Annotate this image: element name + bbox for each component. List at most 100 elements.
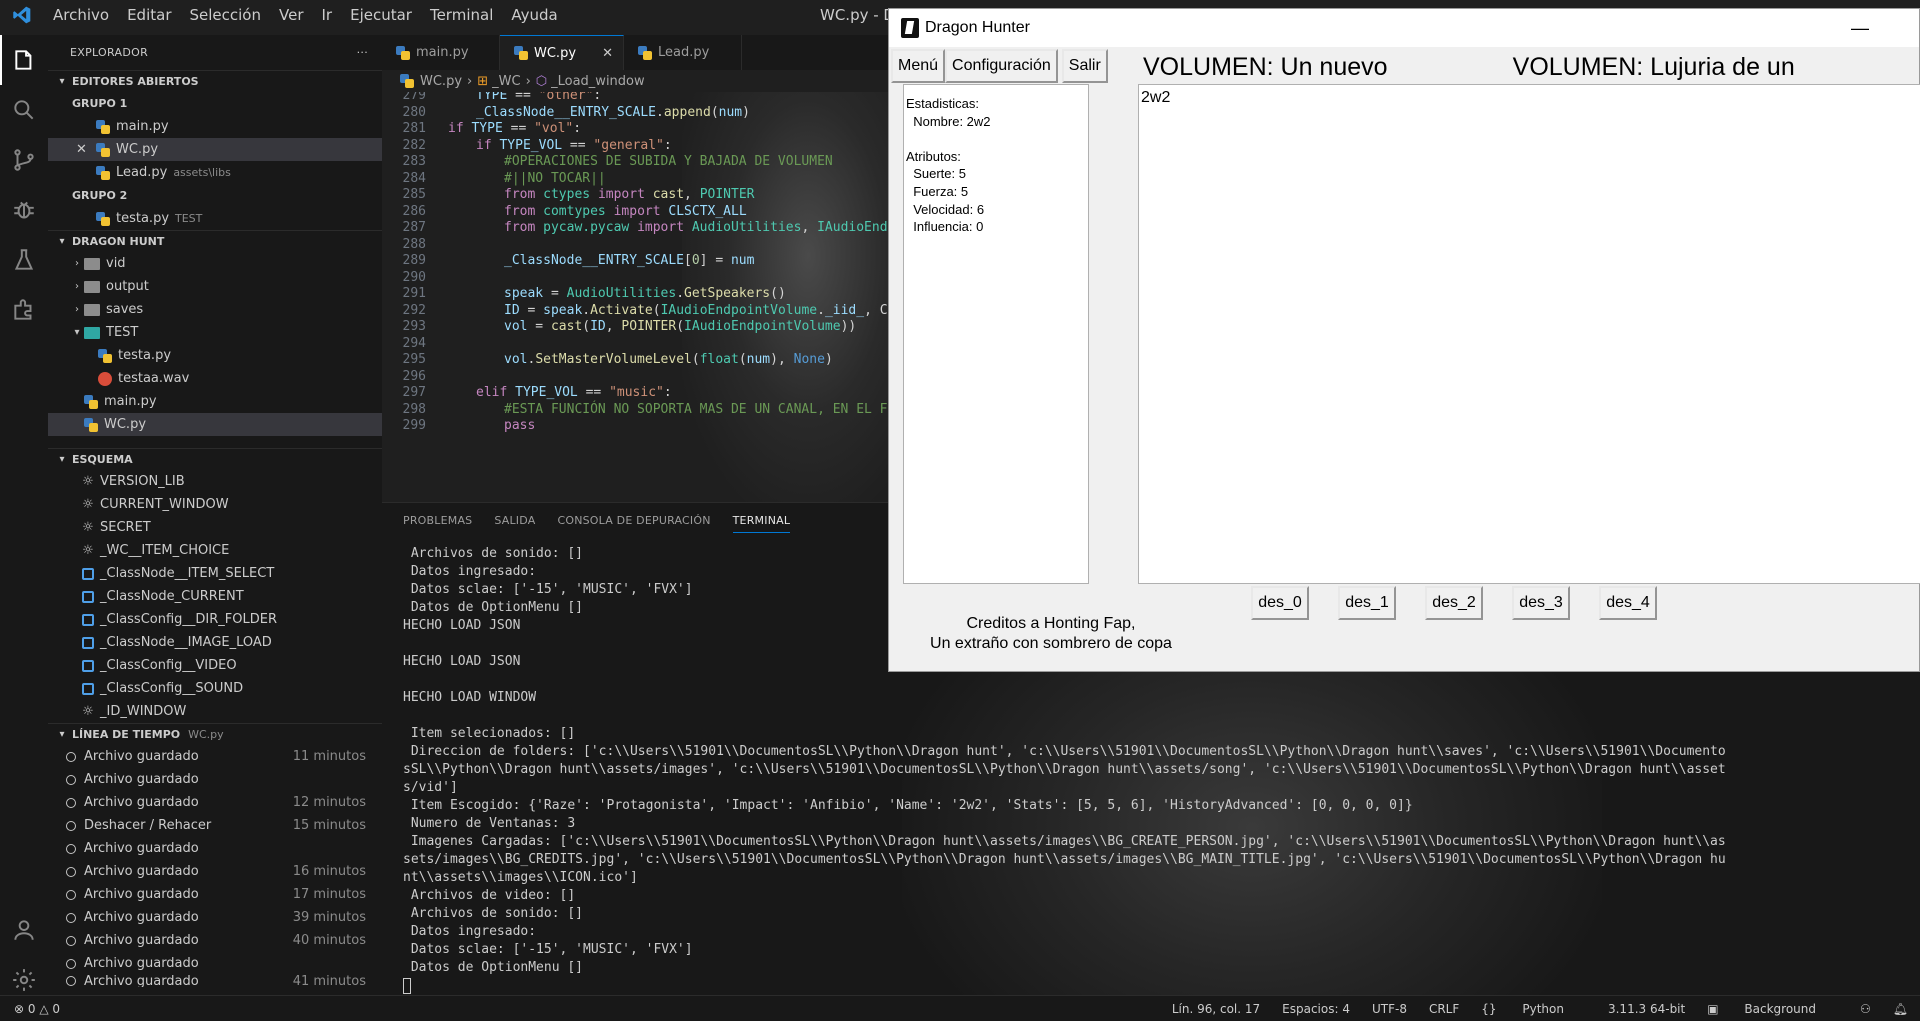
outline-item[interactable]: _ClassConfig__SOUND xyxy=(48,677,382,700)
timeline-item[interactable]: Archivo guardado xyxy=(48,952,382,975)
file-testaa-wav[interactable]: testaa.wav xyxy=(48,367,382,390)
outline-item[interactable]: _ClassConfig__DIR_FOLDER xyxy=(48,608,382,631)
minimize-button[interactable]: — xyxy=(1851,18,1869,39)
menu-editar[interactable]: Editar xyxy=(118,6,180,24)
outline-item[interactable]: ☼ VERSION_LIB xyxy=(48,470,382,493)
outline-item[interactable]: ☼ CURRENT_WINDOW xyxy=(48,493,382,516)
terminal-line: s/vid'] xyxy=(403,780,458,795)
search-icon[interactable] xyxy=(0,85,48,135)
python-interpreter[interactable]: 3.11.3 64-bit xyxy=(1608,1002,1685,1016)
tab-close-icon[interactable]: ✕ xyxy=(602,46,613,61)
variable-symbol-icon xyxy=(82,567,94,580)
menu-ver[interactable]: Ver xyxy=(270,6,313,24)
explorer-icon[interactable] xyxy=(0,35,48,85)
encoding[interactable]: UTF-8 xyxy=(1372,1002,1407,1016)
breadcrumb-method[interactable]: _Load_window xyxy=(551,74,645,89)
menu-ejecutar[interactable]: Ejecutar xyxy=(341,6,421,24)
notifications-bell-icon[interactable]: 🔔︎ xyxy=(1893,1002,1908,1016)
cursor-position[interactable]: Lín. 96, col. 17 xyxy=(1172,1002,1260,1016)
outline-item[interactable]: ☼ _ID_WINDOW xyxy=(48,700,382,723)
accounts-status-icon[interactable]: ⚇ xyxy=(1860,1002,1871,1016)
timeline-item[interactable]: Deshacer / Rehacer 15 minutos xyxy=(48,814,382,837)
tab-output[interactable]: SALIDA xyxy=(494,514,535,527)
timeline-item[interactable]: Archivo guardado 40 minutos xyxy=(48,929,382,952)
line-ending[interactable]: CRLF xyxy=(1429,1002,1459,1016)
outline-item[interactable]: ☼ SECRET xyxy=(48,516,382,539)
menu-button[interactable]: Menú xyxy=(891,49,946,83)
timeline-item[interactable]: Archivo guardado 17 minutos xyxy=(48,883,382,906)
more-actions-icon[interactable]: ··· xyxy=(357,46,368,59)
tab-problems[interactable]: PROBLEMAS xyxy=(403,514,472,527)
open-editor-testa[interactable]: testa.py TEST xyxy=(48,207,382,230)
line-number: 299 xyxy=(402,418,426,433)
problems-count[interactable]: ⊗ 0 △ 0 xyxy=(0,1002,60,1016)
timeline-header[interactable]: ▾ LÍNEA DE TIEMPO WC.py xyxy=(48,723,382,745)
terminal-line: Item Escogido: {'Raze': 'Protagonista', … xyxy=(403,798,1413,813)
close-icon[interactable]: ✕ xyxy=(76,142,96,157)
des-2-button[interactable]: des_2 xyxy=(1425,586,1483,620)
outline-item[interactable]: _ClassConfig__VIDEO xyxy=(48,654,382,677)
timeline-item[interactable]: Archivo guardado xyxy=(48,837,382,860)
breadcrumb-class[interactable]: _WC xyxy=(492,74,520,89)
history-circle-icon xyxy=(66,774,76,785)
open-editor-lead[interactable]: Lead.py assets\libs xyxy=(48,161,382,184)
file-wc[interactable]: WC.py xyxy=(48,413,382,436)
des-3-button[interactable]: des_3 xyxy=(1512,586,1570,620)
des-0-button[interactable]: des_0 xyxy=(1251,586,1309,620)
constant-symbol-icon: ☼ xyxy=(82,497,94,512)
testing-icon[interactable] xyxy=(0,235,48,285)
menu-archivo[interactable]: Archivo xyxy=(44,6,118,24)
extensions-icon[interactable] xyxy=(0,285,48,335)
des-1-button[interactable]: des_1 xyxy=(1338,586,1396,620)
configuration-button[interactable]: Configuración xyxy=(945,49,1058,83)
outline-item[interactable]: ☼ _WC__ITEM_CHOICE xyxy=(48,539,382,562)
des-4-button[interactable]: des_4 xyxy=(1599,586,1657,620)
outline-item[interactable]: _ClassNode__ITEM_SELECT xyxy=(48,562,382,585)
outline-item[interactable]: _ClassNode_CURRENT xyxy=(48,585,382,608)
menu-ayuda[interactable]: Ayuda xyxy=(502,6,566,24)
source-control-icon[interactable] xyxy=(0,135,48,185)
timeline-item[interactable]: Archivo guardado 11 minutos xyxy=(48,745,382,768)
tab-lead[interactable]: Lead.py xyxy=(624,35,742,70)
project-header[interactable]: ▾ DRAGON HUNT xyxy=(48,230,382,252)
timeline-item[interactable]: Archivo guardado 12 minutos xyxy=(48,791,382,814)
menu-ir[interactable]: Ir xyxy=(313,6,342,24)
tab-wc[interactable]: WC.py ✕ xyxy=(500,35,624,70)
open-editor-wc[interactable]: ✕ WC.py xyxy=(48,138,382,161)
tk-titlebar: Dragon Hunter — xyxy=(889,9,1919,47)
language-mode[interactable]: {} Python xyxy=(1481,1002,1586,1016)
run-debug-icon[interactable] xyxy=(0,185,48,235)
tab-debug-console[interactable]: CONSOLA DE DEPURACIÓN xyxy=(557,514,710,527)
indentation[interactable]: Espacios: 4 xyxy=(1282,1002,1350,1016)
timeline-item[interactable]: Archivo guardado 16 minutos xyxy=(48,860,382,883)
tab-main[interactable]: main.py xyxy=(382,35,500,70)
timeline-item[interactable]: Archivo guardado 41 minutos xyxy=(48,975,382,987)
timeline-item[interactable]: Archivo guardado 39 minutos xyxy=(48,906,382,929)
stats-line: Influencia: 0 xyxy=(906,219,984,235)
account-icon[interactable] xyxy=(0,905,48,955)
folder-saves[interactable]: › saves xyxy=(48,298,382,321)
breadcrumb-file[interactable]: WC.py xyxy=(420,74,462,89)
exit-button[interactable]: Salir xyxy=(1061,49,1108,83)
folder-vid[interactable]: › vid xyxy=(48,252,382,275)
outline-item[interactable]: _ClassNode__IMAGE_LOAD xyxy=(48,631,382,654)
timeline-item[interactable]: Archivo guardado xyxy=(48,768,382,791)
file-testa[interactable]: testa.py xyxy=(48,344,382,367)
python-file-icon xyxy=(96,165,110,180)
menu-seleccion[interactable]: Selección xyxy=(181,6,271,24)
menu-terminal[interactable]: Terminal xyxy=(421,6,502,24)
open-editor-main[interactable]: main.py xyxy=(48,115,382,138)
folder-test[interactable]: ▾ TEST xyxy=(48,321,382,344)
background-extension[interactable]: ▣ Background xyxy=(1707,1002,1838,1016)
tab-terminal[interactable]: TERMINAL xyxy=(732,508,791,533)
folder-output[interactable]: › output xyxy=(48,275,382,298)
outline-header[interactable]: ▾ ESQUEMA xyxy=(48,448,382,470)
open-editors-header[interactable]: ▾ EDITORES ABIERTOS xyxy=(48,70,382,92)
file-main[interactable]: main.py xyxy=(48,390,382,413)
code-editor[interactable]: 279 TYPE == "other": 280 _ClassNode__ENTRY_… xyxy=(382,92,892,502)
vscode-logo-icon xyxy=(0,0,44,30)
terminal-line: Archivos de video: [] xyxy=(403,888,576,903)
history-circle-icon xyxy=(66,912,76,923)
text-area[interactable]: 2w2 xyxy=(1138,84,1920,584)
history-circle-icon xyxy=(66,797,76,808)
